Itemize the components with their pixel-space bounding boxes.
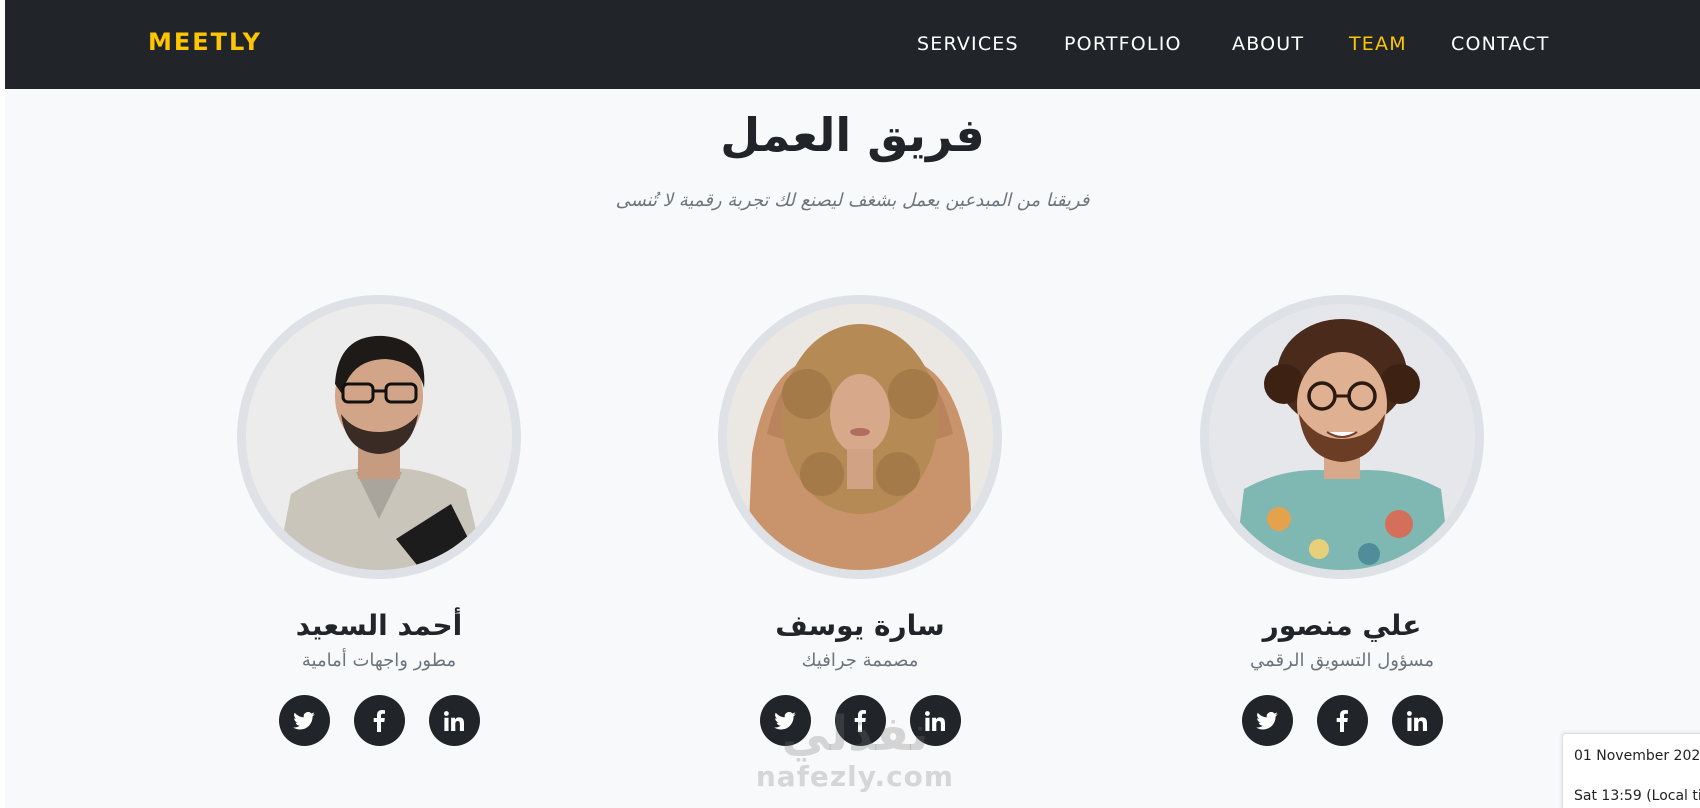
facebook-button[interactable] bbox=[834, 695, 886, 746]
page-frame: MEETLY SERVICES PORTFOLIO ABOUT TEAM CON… bbox=[5, 0, 1700, 808]
twitter-icon bbox=[774, 711, 796, 729]
nav-item-about[interactable]: ABOUT bbox=[1232, 33, 1304, 55]
linkedin-icon bbox=[444, 710, 464, 731]
avatar-photo bbox=[246, 304, 512, 570]
member-name: أحمد السعيد bbox=[295, 609, 463, 642]
twitter-button[interactable] bbox=[1241, 695, 1293, 746]
member-role: مطور واجهات أمامية bbox=[301, 650, 457, 671]
time-text: Sat 13:59 (Local time) bbox=[1574, 788, 1700, 804]
team-member-card: علي منصور مسؤول التسويق الرقمي bbox=[1127, 295, 1547, 765]
avatar-photo bbox=[1209, 304, 1475, 570]
avatar-frame bbox=[1200, 295, 1484, 579]
social-links bbox=[645, 695, 1075, 746]
facebook-icon bbox=[373, 709, 385, 732]
avatar-frame bbox=[237, 295, 521, 579]
twitter-icon bbox=[1256, 711, 1278, 729]
avatar-photo bbox=[727, 304, 993, 570]
date-text: 01 November 2025 bbox=[1574, 748, 1700, 764]
social-links bbox=[164, 695, 594, 746]
team-member-card: أحمد السعيد مطور واجهات أمامية bbox=[164, 295, 584, 765]
brand-logo[interactable]: MEETLY bbox=[148, 28, 262, 56]
nav-item-services[interactable]: SERVICES bbox=[917, 33, 1019, 55]
nav-item-portfolio[interactable]: PORTFOLIO bbox=[1064, 33, 1182, 55]
top-navbar: MEETLY SERVICES PORTFOLIO ABOUT TEAM CON… bbox=[5, 0, 1700, 89]
section-title: فريق العمل bbox=[720, 108, 985, 162]
linkedin-icon bbox=[925, 710, 945, 731]
section-subtitle: فريقنا من المبدعين يعمل بشغف ليصنع لك تج… bbox=[615, 190, 1090, 211]
linkedin-button[interactable] bbox=[1391, 695, 1443, 746]
avatar-frame bbox=[718, 295, 1002, 579]
twitter-icon bbox=[293, 711, 315, 729]
facebook-button[interactable] bbox=[1316, 695, 1368, 746]
facebook-icon bbox=[1336, 709, 1348, 732]
nav-item-team[interactable]: TEAM bbox=[1349, 33, 1407, 55]
member-name: سارة يوسف bbox=[775, 609, 945, 642]
linkedin-button[interactable] bbox=[909, 695, 961, 746]
twitter-button[interactable] bbox=[278, 695, 330, 746]
nav-item-contact[interactable]: CONTACT bbox=[1451, 33, 1550, 55]
twitter-button[interactable] bbox=[759, 695, 811, 746]
social-links bbox=[1127, 695, 1557, 746]
datetime-widget[interactable]: 01 November 2025 Sat 13:59 (Local time) bbox=[1562, 733, 1700, 808]
linkedin-button[interactable] bbox=[428, 695, 480, 746]
linkedin-icon bbox=[1407, 710, 1427, 731]
team-member-card: سارة يوسف مصممة جرافيك bbox=[645, 295, 1065, 765]
member-name: علي منصور bbox=[1262, 609, 1422, 642]
member-role: مسؤول التسويق الرقمي bbox=[1250, 650, 1434, 671]
facebook-button[interactable] bbox=[353, 695, 405, 746]
facebook-icon bbox=[854, 709, 866, 732]
member-role: مصممة جرافيك bbox=[801, 650, 919, 671]
